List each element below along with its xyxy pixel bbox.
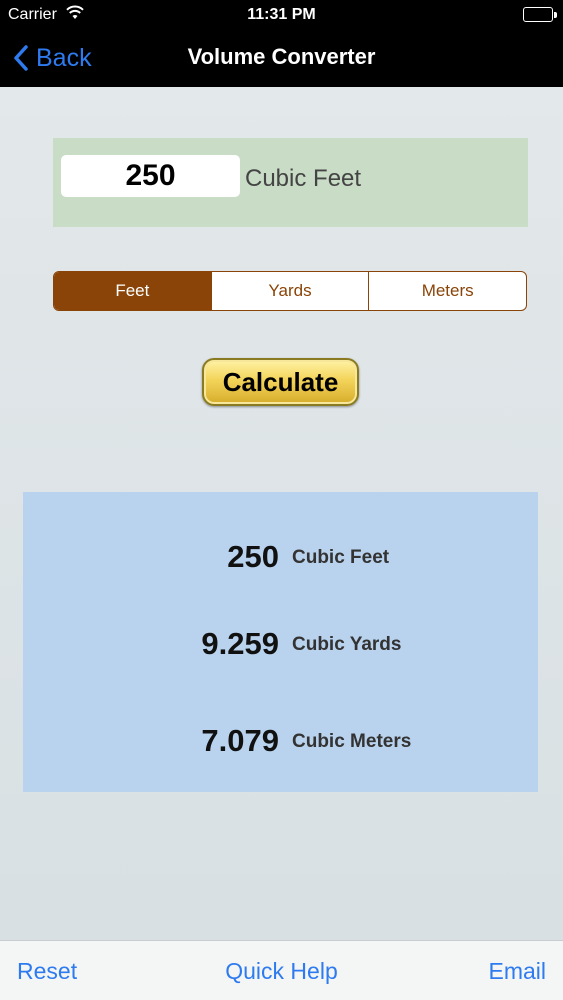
result-value: 9.259	[201, 626, 279, 661]
result-value: 250	[227, 539, 279, 574]
results-panel: 250 Cubic Feet 9.259 Cubic Yards 7.079 C…	[23, 492, 538, 792]
status-bar: Carrier 11:31 PM	[0, 0, 563, 30]
segment-yards[interactable]: Yards	[212, 272, 370, 310]
top-bar: Carrier 11:31 PM Back Volume Converter	[0, 0, 563, 87]
main-content: Cubic Feet Feet Yards Meters Calculate 2…	[0, 87, 563, 940]
quick-help-button[interactable]: Quick Help	[225, 958, 337, 984]
input-panel: Cubic Feet	[53, 138, 528, 227]
segment-meters[interactable]: Meters	[369, 272, 526, 310]
navigation-bar: Back Volume Converter	[0, 30, 563, 87]
clock: 11:31 PM	[247, 6, 316, 23]
bottom-toolbar: Reset Quick Help Email	[0, 940, 563, 1000]
calculate-button[interactable]: Calculate	[202, 358, 359, 406]
page-title: Volume Converter	[187, 44, 376, 69]
result-value: 7.079	[201, 723, 279, 758]
input-unit-label: Cubic Feet	[245, 165, 362, 192]
result-unit: Cubic Meters	[292, 731, 412, 752]
result-row-meters: 7.079 Cubic Meters	[23, 723, 538, 763]
result-row-feet: 250 Cubic Feet	[23, 539, 538, 579]
result-unit: Cubic Feet	[292, 547, 390, 568]
result-unit: Cubic Yards	[292, 634, 402, 655]
unit-segmented-control: Feet Yards Meters	[53, 271, 527, 311]
segment-feet[interactable]: Feet	[54, 272, 212, 310]
quick-help-wrapper: Quick Help	[0, 958, 563, 985]
reset-button[interactable]: Reset	[17, 958, 77, 985]
volume-input[interactable]	[61, 155, 240, 197]
battery-icon	[523, 7, 557, 22]
email-button[interactable]: Email	[488, 958, 546, 985]
result-row-yards: 9.259 Cubic Yards	[23, 626, 538, 666]
